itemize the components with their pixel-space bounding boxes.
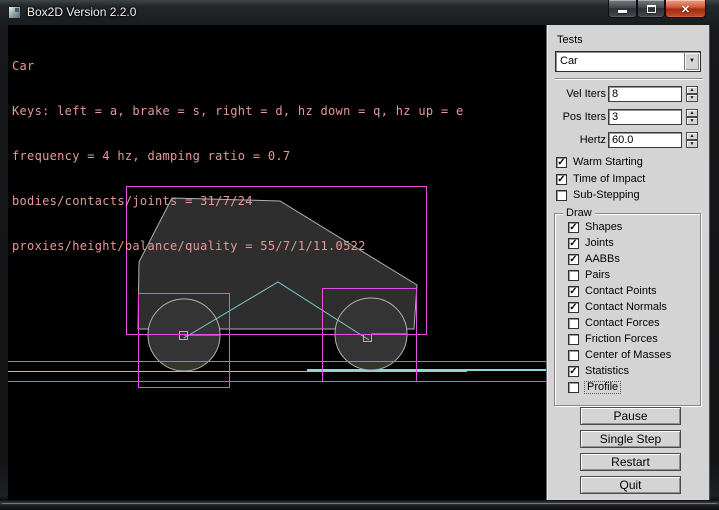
spin-down-icon[interactable]: ▼ bbox=[686, 140, 698, 148]
checkbox-label: Profile bbox=[585, 382, 620, 393]
spin-up-icon[interactable]: ▲ bbox=[686, 132, 698, 140]
checkbox-joints[interactable]: ✓ bbox=[568, 238, 579, 249]
title-bar[interactable]: Box2D Version 2.2.0 ✕ bbox=[0, 0, 719, 25]
hertz-stepper: ▲ ▼ bbox=[686, 132, 698, 148]
checkbox-label: Contact Points bbox=[585, 286, 657, 297]
checkbox-label: Statistics bbox=[585, 366, 629, 377]
draw-group-label: Draw bbox=[563, 207, 595, 219]
app-icon bbox=[8, 6, 21, 19]
checkbox-label: AABBs bbox=[585, 254, 620, 265]
hud-line-keys: Keys: left = a, brake = s, right = d, hz… bbox=[12, 104, 463, 119]
spin-down-icon[interactable]: ▼ bbox=[686, 117, 698, 125]
hud-line-frequency: frequency = 4 hz, damping ratio = 0.7 bbox=[12, 149, 463, 164]
maximize-button[interactable] bbox=[637, 0, 665, 18]
checkbox-label: Sub-Stepping bbox=[573, 190, 640, 201]
separator bbox=[555, 78, 703, 80]
checkbox-warm-starting[interactable]: ✓ bbox=[556, 157, 567, 168]
hertz-input[interactable]: 60.0 bbox=[608, 132, 682, 148]
tests-dropdown-value: Car bbox=[560, 55, 578, 67]
checkbox-label: Time of Impact bbox=[573, 174, 645, 185]
spin-up-icon[interactable]: ▲ bbox=[686, 109, 698, 117]
checkbox-center-of-masses[interactable] bbox=[568, 350, 579, 361]
checkbox-shapes[interactable]: ✓ bbox=[568, 222, 579, 233]
checkbox-contact-points[interactable]: ✓ bbox=[568, 286, 579, 297]
checkbox-friction-forces[interactable] bbox=[568, 334, 579, 345]
simulation-canvas[interactable]: Car Keys: left = a, brake = s, right = d… bbox=[8, 25, 546, 500]
pos-iters-input[interactable]: 3 bbox=[608, 109, 682, 125]
checkbox-label: Joints bbox=[585, 238, 614, 249]
close-icon: ✕ bbox=[681, 4, 690, 16]
quit-button[interactable]: Quit bbox=[580, 476, 681, 494]
chevron-down-icon[interactable]: ▼ bbox=[684, 53, 699, 70]
hud-line-proxies: proxies/height/balance/quality = 55/7/1/… bbox=[12, 239, 463, 254]
checkbox-time-of-impact[interactable]: ✓ bbox=[556, 174, 567, 185]
tests-dropdown[interactable]: Car ▼ bbox=[555, 51, 701, 72]
hertz-row: Hertz 60.0 ▲ ▼ bbox=[547, 132, 711, 148]
hud-line-counts: bodies/contacts/joints = 31/7/24 bbox=[12, 194, 463, 209]
checkbox-pairs[interactable] bbox=[568, 270, 579, 281]
hud-text: Car Keys: left = a, brake = s, right = d… bbox=[12, 29, 463, 284]
spin-up-icon[interactable]: ▲ bbox=[686, 86, 698, 94]
window-title: Box2D Version 2.2.0 bbox=[27, 5, 136, 19]
hud-line-test-name: Car bbox=[12, 59, 463, 74]
single-step-button[interactable]: Single Step bbox=[580, 430, 681, 448]
app-window: Box2D Version 2.2.0 ✕ bbox=[0, 0, 719, 510]
checkbox-label: Contact Forces bbox=[585, 318, 660, 329]
vel-iters-label: Vel Iters bbox=[547, 88, 606, 100]
hertz-label: Hertz bbox=[547, 134, 606, 146]
close-button[interactable]: ✕ bbox=[665, 0, 706, 18]
checkbox-label: Shapes bbox=[585, 222, 622, 233]
minimize-icon bbox=[618, 10, 627, 13]
checkbox-sub-stepping[interactable] bbox=[556, 190, 567, 201]
checkbox-label: Friction Forces bbox=[585, 334, 658, 345]
restart-button[interactable]: Restart bbox=[580, 453, 681, 471]
checkbox-contact-forces[interactable] bbox=[568, 318, 579, 329]
maximize-icon bbox=[647, 5, 656, 13]
checkbox-aabbs[interactable]: ✓ bbox=[568, 254, 579, 265]
checkbox-label: Contact Normals bbox=[585, 302, 667, 313]
checkbox-profile[interactable] bbox=[568, 382, 579, 393]
tests-label: Tests bbox=[557, 34, 583, 46]
vel-iters-row: Vel Iters 8 ▲ ▼ bbox=[547, 86, 711, 102]
pos-iters-stepper: ▲ ▼ bbox=[686, 109, 698, 125]
vel-iters-stepper: ▲ ▼ bbox=[686, 86, 698, 102]
pos-iters-row: Pos Iters 3 ▲ ▼ bbox=[547, 109, 711, 125]
checkbox-contact-normals[interactable]: ✓ bbox=[568, 302, 579, 313]
checkbox-label: Center of Masses bbox=[585, 350, 671, 361]
checkbox-label: Pairs bbox=[585, 270, 610, 281]
minimize-button[interactable] bbox=[608, 0, 637, 18]
spin-down-icon[interactable]: ▼ bbox=[686, 94, 698, 102]
checkbox-statistics[interactable]: ✓ bbox=[568, 366, 579, 377]
pos-iters-label: Pos Iters bbox=[547, 111, 606, 123]
vel-iters-input[interactable]: 8 bbox=[608, 86, 682, 102]
pause-button[interactable]: Pause bbox=[580, 407, 681, 425]
checkbox-label: Warm Starting bbox=[573, 157, 643, 168]
control-panel: Tests Car ▼ Vel Iters 8 ▲ ▼ Pos Iters 3 … bbox=[546, 25, 710, 500]
